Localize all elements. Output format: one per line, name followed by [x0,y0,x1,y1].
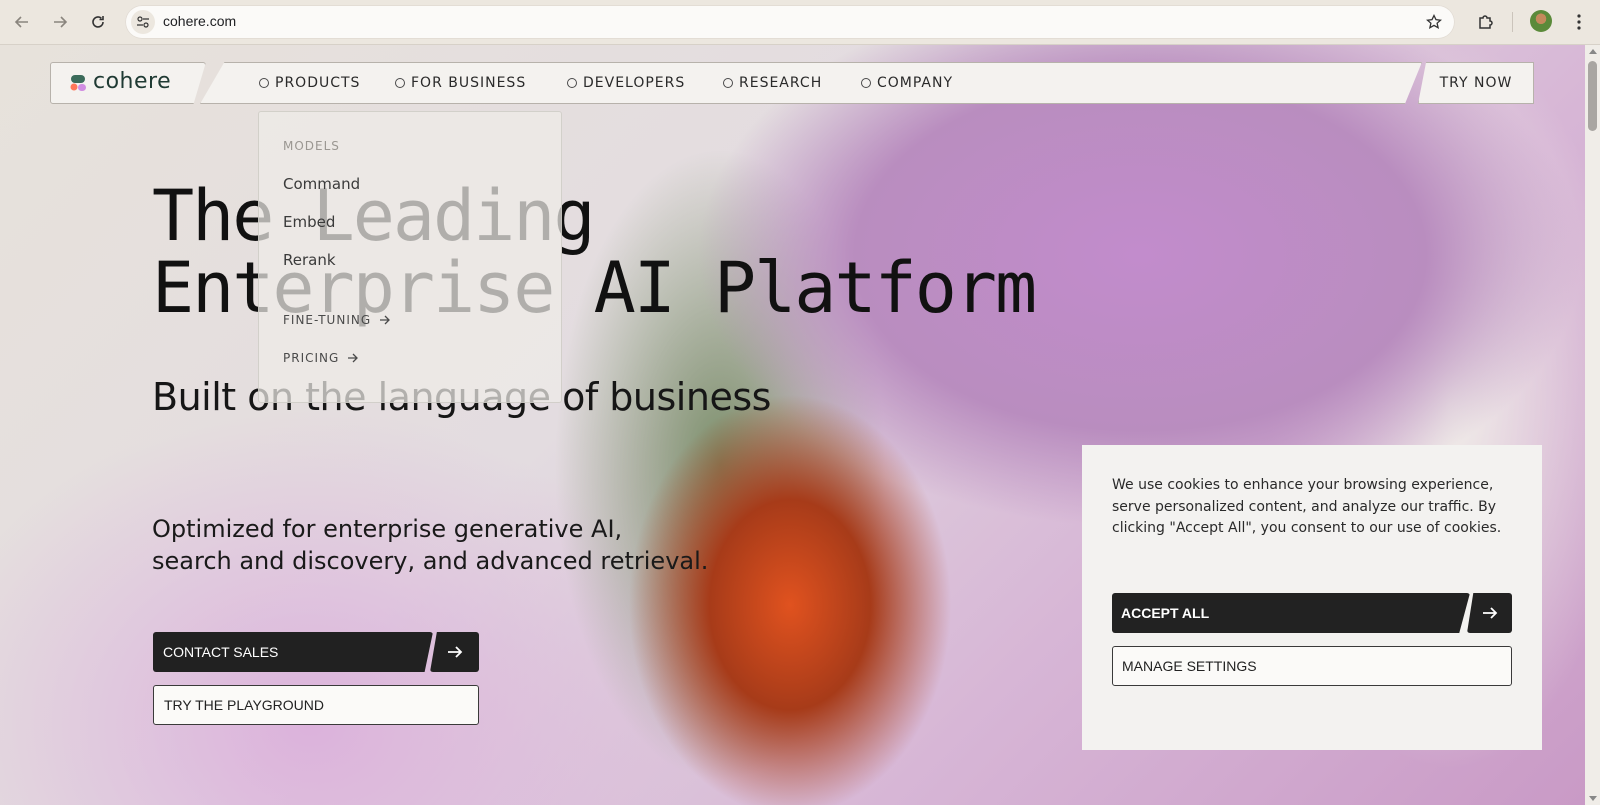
extensions-puzzle-icon[interactable] [1474,10,1498,34]
nav-dot-icon [395,78,405,88]
profile-avatar[interactable] [1530,10,1552,32]
back-arrow-icon [14,16,28,28]
nav-label: COMPANY [877,75,954,91]
nav-label: PRODUCTS [275,75,361,91]
nav-dot-icon [259,78,269,88]
browser-toolbar: cohere.com [0,0,1600,45]
forward-arrow-icon [54,16,68,28]
forward-button[interactable] [46,8,74,36]
arrow-right-icon [380,315,391,325]
dropdown-link-fine-tuning[interactable]: FINE-TUNING [283,313,391,327]
accept-all-button[interactable]: ACCEPT ALL [1112,593,1470,633]
logo-text: cohere [93,69,172,94]
nav-dot-icon [723,78,733,88]
arrow-right-icon [447,646,462,658]
arrow-right-icon [1482,607,1497,619]
address-bar[interactable]: cohere.com [125,5,1455,39]
cohere-logo-icon [70,75,86,91]
scroll-up-icon[interactable] [1589,49,1597,54]
dropdown-item-rerank[interactable]: Rerank [283,251,336,269]
cookie-message: We use cookies to enhance your browsing … [1112,477,1502,536]
hero-desc-line2: search and discovery, and advanced retri… [152,547,709,575]
logo-link[interactable]: cohere [50,62,206,104]
dropdown-link-label: FINE-TUNING [283,313,372,327]
try-playground-button[interactable]: TRY THE PLAYGROUND [153,685,479,725]
browser-menu-icon[interactable] [1570,10,1588,34]
contact-sales-button[interactable]: CONTACT SALES [153,632,433,672]
cookie-banner: We use cookies to enhance your browsing … [1082,445,1542,750]
back-button[interactable] [8,8,36,36]
main-nav: PRODUCTS FOR BUSINESS DEVELOPERS RESEARC… [200,62,1422,104]
page-viewport: cohere PRODUCTS FOR BUSINESS DEVELOPERS … [0,45,1585,805]
reload-button[interactable] [84,8,112,36]
arrow-right-icon [348,353,359,363]
nav-label: FOR BUSINESS [411,75,527,91]
dropdown-link-pricing[interactable]: PRICING [283,351,359,365]
nav-item-for-business[interactable]: FOR BUSINESS [395,75,526,91]
scrollbar-thumb[interactable] [1588,61,1597,131]
url-text[interactable]: cohere.com [163,13,236,29]
nav-item-developers[interactable]: DEVELOPERS [567,75,685,91]
nav-item-company[interactable]: COMPANY [861,75,953,91]
nav-dot-icon [861,78,871,88]
nav-label: RESEARCH [739,75,823,91]
products-dropdown: MODELS Command Embed Rerank FINE-TUNING … [258,111,562,403]
reload-icon [92,16,104,28]
nav-item-research[interactable]: RESEARCH [723,75,822,91]
dropdown-item-embed[interactable]: Embed [283,213,335,231]
nav-dot-icon [567,78,577,88]
manage-settings-button[interactable]: MANAGE SETTINGS [1112,646,1512,686]
dropdown-heading: MODELS [283,139,340,153]
hero-description: Optimized for enterprise generative AI, … [152,513,708,577]
page-scrollbar[interactable] [1585,45,1600,805]
contact-sales-arrow-button[interactable] [430,632,479,672]
accept-all-arrow-button[interactable] [1467,593,1512,633]
hero-desc-line1: Optimized for enterprise generative AI, [152,515,623,543]
try-now-button[interactable]: TRY NOW [1418,62,1534,104]
nav-label: DEVELOPERS [583,75,686,91]
toolbar-divider [1512,12,1513,32]
bookmark-star-icon[interactable] [1423,11,1445,33]
dropdown-item-command[interactable]: Command [283,175,360,193]
dropdown-link-label: PRICING [283,351,340,365]
nav-item-products[interactable]: PRODUCTS [259,75,360,91]
site-info-icon[interactable] [131,10,155,34]
scroll-down-icon[interactable] [1589,796,1597,801]
